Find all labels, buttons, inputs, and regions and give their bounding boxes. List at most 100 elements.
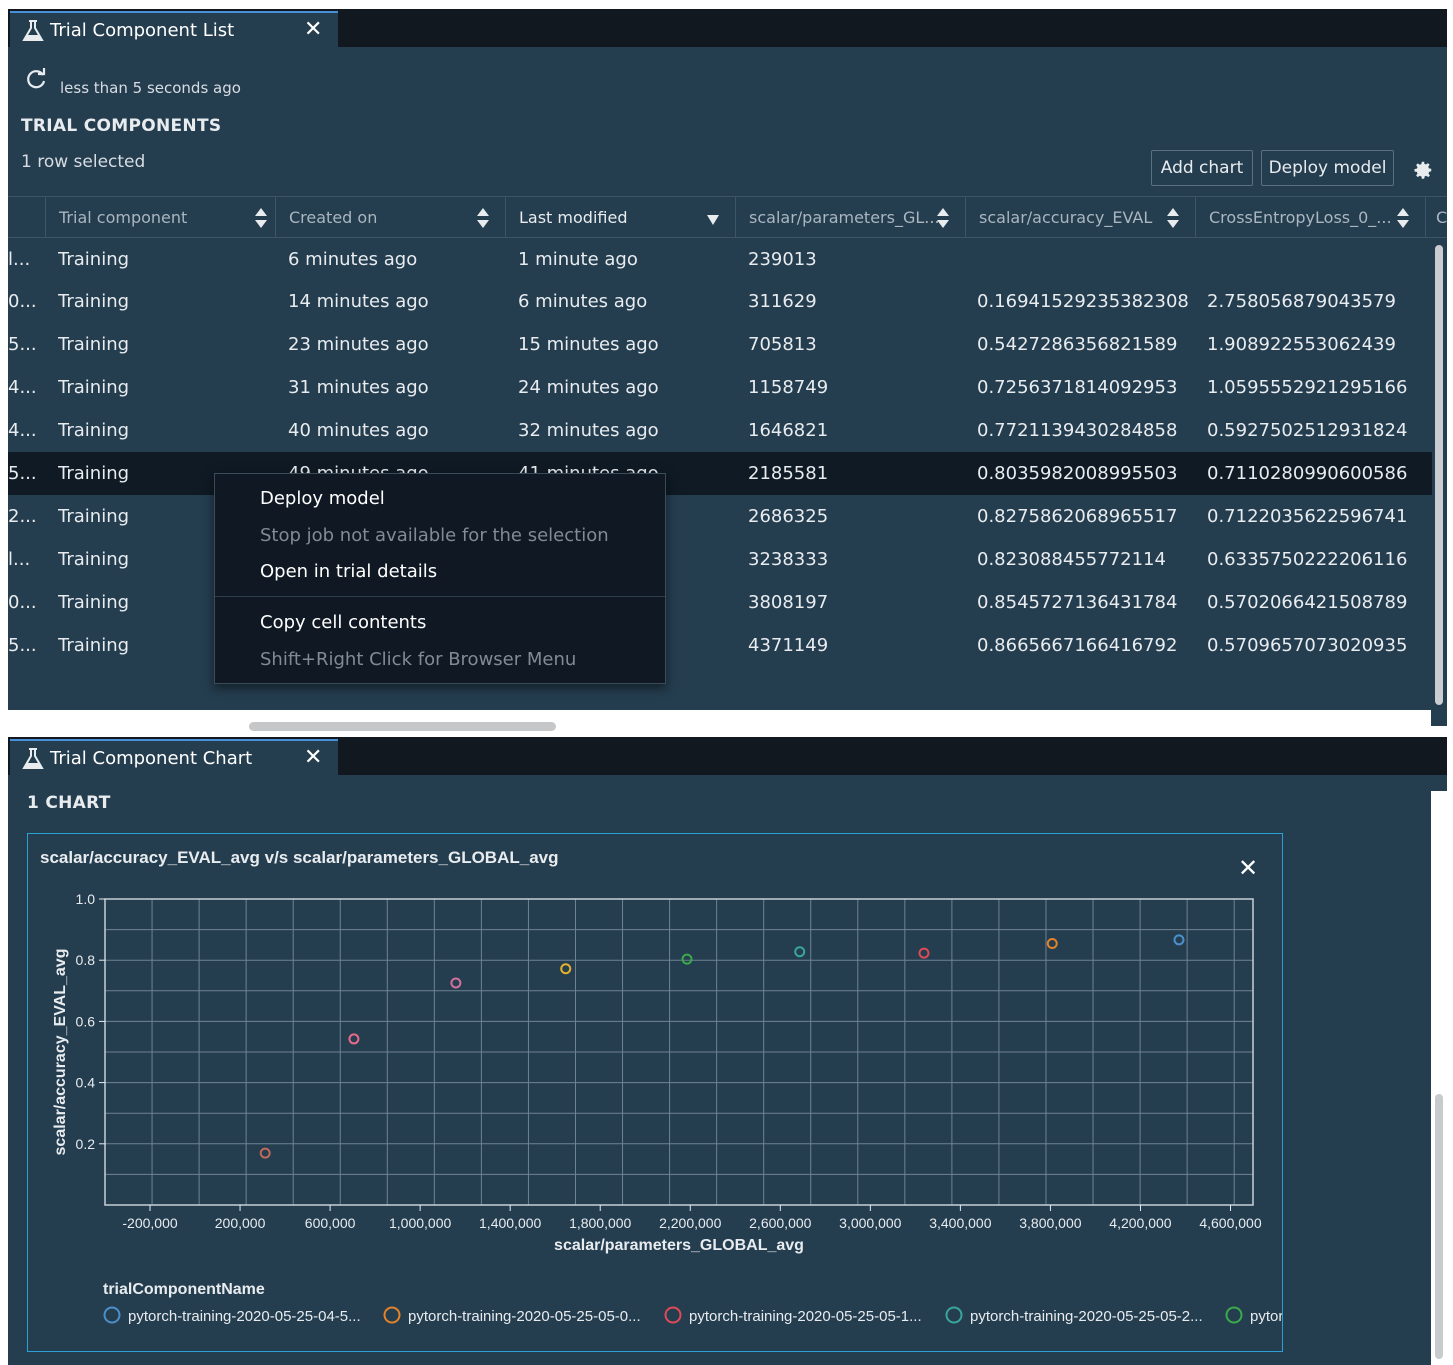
cell-loss[interactable]: 2.758056879043579 xyxy=(1207,291,1427,312)
cell-accuracy[interactable]: 0.8545727136431784 xyxy=(977,592,1197,613)
legend-marker xyxy=(1225,1306,1243,1324)
column-header-label: scalar/parameters_GL... xyxy=(749,207,940,227)
table-row[interactable]: 4... Training 40 minutes ago 32 minutes ago… xyxy=(8,409,1432,452)
cell-modified[interactable]: 24 minutes ago xyxy=(518,377,728,398)
tab-title: Trial Component Chart xyxy=(50,748,253,769)
cell-loss[interactable]: 0.6335750222206116 xyxy=(1207,549,1427,570)
cell-params[interactable]: 4371149 xyxy=(748,635,958,656)
menu-item-open-trial-details[interactable]: Open in trial details xyxy=(260,561,437,582)
table-row[interactable]: l... Training 6 minutes ago 1 minute ago 239… xyxy=(8,238,1432,281)
x-tick-label: 1,800,000 xyxy=(569,1215,631,1231)
cell-modified[interactable]: 1 minute ago xyxy=(518,249,728,270)
data-point xyxy=(918,947,930,959)
cell-loss[interactable]: 1.908922553062439 xyxy=(1207,334,1427,355)
column-header-loss[interactable]: CrossEntropyLoss_0_... xyxy=(1195,197,1425,237)
vertical-scrollbar[interactable] xyxy=(1435,245,1443,705)
cell-id[interactable]: l... xyxy=(8,249,44,270)
cell-params[interactable]: 705813 xyxy=(748,334,958,355)
cell-params[interactable]: 2185581 xyxy=(748,463,958,484)
column-header-created-on[interactable]: Created on xyxy=(275,197,505,237)
cell-loss[interactable]: 0.5702066421508789 xyxy=(1207,592,1427,613)
column-header-id[interactable] xyxy=(8,197,45,237)
cell-id[interactable]: 5... xyxy=(8,463,44,484)
refresh-icon[interactable] xyxy=(24,67,48,95)
column-header-last-modified[interactable]: Last modified xyxy=(505,197,735,237)
cell-accuracy[interactable]: 0.7256371814092953 xyxy=(977,377,1197,398)
cell-modified[interactable]: 32 minutes ago xyxy=(518,420,728,441)
cell-params[interactable]: 1158749 xyxy=(748,377,958,398)
right-scrollbar[interactable] xyxy=(1435,1094,1443,1359)
cell-accuracy[interactable]: 0.5427286356821589 xyxy=(977,334,1197,355)
table-row[interactable]: 0... Training 14 minutes ago 6 minutes ago 3… xyxy=(8,280,1432,323)
cell-accuracy[interactable]: 0.8035982008995503 xyxy=(977,463,1197,484)
cell-accuracy[interactable]: 0.7721139430284858 xyxy=(977,420,1197,441)
cell-loss[interactable]: 1.0595552921295166 xyxy=(1207,377,1427,398)
tab-trial-component-list[interactable]: Trial Component List ✕ xyxy=(10,11,338,47)
cell-id[interactable]: l... xyxy=(8,549,44,570)
context-menu: Deploy model Stop job not available for … xyxy=(214,473,666,684)
table-row[interactable]: 5... Training 23 minutes ago 15 minutes ago… xyxy=(8,323,1432,366)
y-tick-label: 0.6 xyxy=(76,1013,96,1029)
add-chart-label: Add chart xyxy=(1160,158,1244,178)
cell-loss[interactable]: 0.5927502512931824 xyxy=(1207,420,1427,441)
cell-accuracy[interactable]: 0.16941529235382308 xyxy=(977,291,1197,312)
column-header-accuracy[interactable]: scalar/accuracy_EVAL xyxy=(965,197,1195,237)
cell-id[interactable]: 5... xyxy=(8,334,44,355)
tab-trial-component-chart[interactable]: Trial Component Chart ✕ xyxy=(10,739,338,775)
column-header-more[interactable]: C xyxy=(1425,197,1447,237)
cell-params[interactable]: 2686325 xyxy=(748,506,958,527)
cell-accuracy[interactable]: 0.8665667166416792 xyxy=(977,635,1197,656)
cell-component[interactable]: Training xyxy=(58,334,268,355)
cell-id[interactable]: 2... xyxy=(8,506,44,527)
cell-created[interactable]: 31 minutes ago xyxy=(288,377,498,398)
table-header: Trial component Created on Last modified… xyxy=(8,196,1447,238)
add-chart-button[interactable]: Add chart xyxy=(1151,150,1253,186)
cell-loss[interactable]: 0.5709657073020935 xyxy=(1207,635,1427,656)
legend-entry: pytor xyxy=(1250,1308,1282,1325)
cell-created[interactable]: 23 minutes ago xyxy=(288,334,498,355)
tab-title: Trial Component List xyxy=(50,20,235,41)
column-header-label: Last modified xyxy=(519,207,628,227)
cell-created[interactable]: 14 minutes ago xyxy=(288,291,498,312)
cell-component[interactable]: Training xyxy=(58,249,268,270)
cell-accuracy[interactable]: 0.823088455772114 xyxy=(977,549,1197,570)
cell-created[interactable]: 40 minutes ago xyxy=(288,420,498,441)
cell-params[interactable]: 3238333 xyxy=(748,549,958,570)
cell-params[interactable]: 3808197 xyxy=(748,592,958,613)
data-point xyxy=(450,977,462,989)
column-header-parameters[interactable]: scalar/parameters_GL... xyxy=(735,197,965,237)
deploy-model-button[interactable]: Deploy model xyxy=(1261,150,1394,186)
sort-icon xyxy=(1166,207,1180,233)
sort-icon xyxy=(476,207,490,233)
close-tab-icon[interactable]: ✕ xyxy=(304,745,322,770)
menu-item-copy-cell[interactable]: Copy cell contents xyxy=(260,612,426,633)
x-tick-label: 200,000 xyxy=(215,1215,266,1231)
close-tab-icon[interactable]: ✕ xyxy=(304,17,322,42)
cell-id[interactable]: 4... xyxy=(8,377,44,398)
column-header-trial-component[interactable]: Trial component xyxy=(45,197,275,237)
cell-component[interactable]: Training xyxy=(58,291,268,312)
menu-item-deploy-model[interactable]: Deploy model xyxy=(260,488,385,509)
menu-item-stop-job: Stop job not available for the selection xyxy=(260,525,609,546)
cell-id[interactable]: 4... xyxy=(8,420,44,441)
cell-loss[interactable]: 0.7110280990600586 xyxy=(1207,463,1427,484)
legend-entry: pytorch-training-2020-05-25-05-0... xyxy=(408,1308,641,1325)
cell-id[interactable]: 0... xyxy=(8,291,44,312)
cell-component[interactable]: Training xyxy=(58,377,268,398)
cell-id[interactable]: 0... xyxy=(8,592,44,613)
x-tick-label: 2,600,000 xyxy=(749,1215,811,1231)
cell-created[interactable]: 6 minutes ago xyxy=(288,249,498,270)
horizontal-scrollbar[interactable] xyxy=(249,722,556,731)
cell-params[interactable]: 1646821 xyxy=(748,420,958,441)
cell-accuracy[interactable]: 0.8275862068965517 xyxy=(977,506,1197,527)
cell-loss[interactable]: 0.7122035622596741 xyxy=(1207,506,1427,527)
table-row[interactable]: 4... Training 31 minutes ago 24 minutes ago… xyxy=(8,366,1432,409)
cell-modified[interactable]: 15 minutes ago xyxy=(518,334,728,355)
cell-id[interactable]: 5... xyxy=(8,635,44,656)
cell-modified[interactable]: 6 minutes ago xyxy=(518,291,728,312)
cell-component[interactable]: Training xyxy=(58,420,268,441)
gear-icon[interactable] xyxy=(1412,159,1434,185)
cell-params[interactable]: 239013 xyxy=(748,249,958,270)
x-tick-label: 1,000,000 xyxy=(389,1215,451,1231)
cell-params[interactable]: 311629 xyxy=(748,291,958,312)
